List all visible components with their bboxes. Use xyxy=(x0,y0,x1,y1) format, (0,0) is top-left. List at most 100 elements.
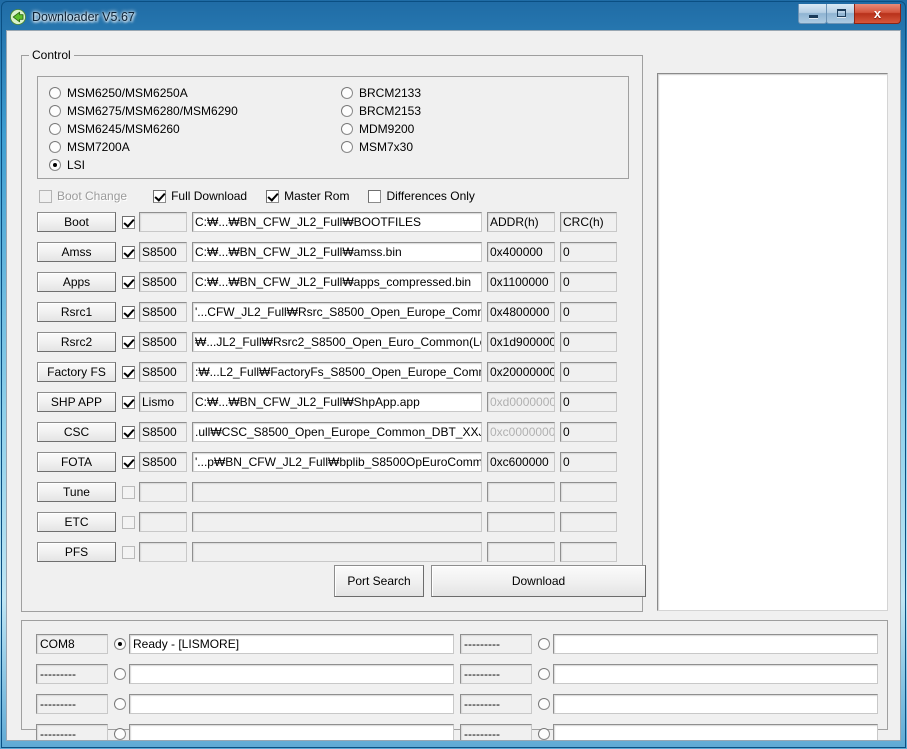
fota-browse-button[interactable]: FOTA xyxy=(37,452,116,472)
close-button[interactable]: x xyxy=(854,4,901,24)
rsrc2-enable-checkbox[interactable] xyxy=(122,335,135,349)
factory-fs-kind-field[interactable]: S8500 xyxy=(139,362,187,382)
csc-crc-field[interactable]: 0 xyxy=(560,422,617,442)
port-search-button[interactable]: Port Search xyxy=(334,565,424,597)
fota-path-field[interactable]: '...p₩BN_CFW_JL2_Full₩bplib_S8500OpEuroC… xyxy=(192,452,482,472)
port-select-radio[interactable] xyxy=(538,728,550,740)
radio-brcm2133[interactable]: BRCM2133 xyxy=(341,85,421,101)
tune-kind-field[interactable] xyxy=(139,482,187,502)
port-name-field[interactable]: --------- xyxy=(460,634,532,654)
apps-addr-field[interactable]: 0x1100000 xyxy=(487,272,555,292)
port-select-radio[interactable] xyxy=(114,698,126,710)
tune-enable-checkbox[interactable] xyxy=(122,485,135,499)
radio-msm6275[interactable]: MSM6275/MSM6280/MSM6290 xyxy=(49,103,238,119)
tune-addr-field[interactable] xyxy=(487,482,555,502)
etc-path-field[interactable] xyxy=(192,512,482,532)
boot-kind-field[interactable] xyxy=(139,212,187,232)
port-name-field[interactable]: --------- xyxy=(460,724,532,740)
checkbox-differences-only[interactable]: Differences Only xyxy=(368,189,475,203)
apps-crc-field[interactable]: 0 xyxy=(560,272,617,292)
radio-msm7x30[interactable]: MSM7x30 xyxy=(341,139,413,155)
port-select-radio[interactable] xyxy=(538,698,550,710)
rsrc2-crc-field[interactable]: 0 xyxy=(560,332,617,352)
rsrc2-browse-button[interactable]: Rsrc2 xyxy=(37,332,116,352)
title-bar[interactable]: Downloader V5.67 x xyxy=(6,4,901,30)
port-name-field[interactable]: --------- xyxy=(460,664,532,684)
pfs-kind-field[interactable] xyxy=(139,542,187,562)
apps-enable-checkbox[interactable] xyxy=(122,275,135,289)
apps-path-field[interactable]: C:₩...₩BN_CFW_JL2_Full₩apps_compressed.b… xyxy=(192,272,482,292)
etc-kind-field[interactable] xyxy=(139,512,187,532)
pfs-crc-field[interactable] xyxy=(560,542,617,562)
etc-enable-checkbox[interactable] xyxy=(122,515,135,529)
amss-browse-button[interactable]: Amss xyxy=(37,242,116,262)
radio-brcm2153[interactable]: BRCM2153 xyxy=(341,103,421,119)
checkbox-full-download[interactable]: Full Download xyxy=(153,189,247,203)
rsrc2-addr-field[interactable]: 0x1d900000 xyxy=(487,332,555,352)
rsrc1-crc-field[interactable]: 0 xyxy=(560,302,617,322)
tune-path-field[interactable] xyxy=(192,482,482,502)
pfs-enable-checkbox[interactable] xyxy=(122,545,135,559)
pfs-browse-button[interactable]: PFS xyxy=(37,542,116,562)
rsrc2-kind-field[interactable]: S8500 xyxy=(139,332,187,352)
log-output-panel[interactable] xyxy=(657,73,888,611)
radio-msm6250[interactable]: MSM6250/MSM6250A xyxy=(49,85,188,101)
rsrc2-path-field[interactable]: ₩...JL2_Full₩Rsrc2_S8500_Open_Euro_Commo… xyxy=(192,332,482,352)
boot-path-field[interactable]: C:₩...₩BN_CFW_JL2_Full₩BOOTFILES xyxy=(192,212,482,232)
etc-browse-button[interactable]: ETC xyxy=(37,512,116,532)
port-name-field[interactable]: COM8 xyxy=(36,634,108,654)
port-name-field[interactable]: --------- xyxy=(460,694,532,714)
fota-kind-field[interactable]: S8500 xyxy=(139,452,187,472)
amss-path-field[interactable]: C:₩...₩BN_CFW_JL2_Full₩amss.bin xyxy=(192,242,482,262)
port-select-radio-selected[interactable] xyxy=(114,638,126,650)
port-select-radio[interactable] xyxy=(114,728,126,740)
factory-fs-crc-field[interactable]: 0 xyxy=(560,362,617,382)
shp-app-browse-button[interactable]: SHP APP xyxy=(37,392,116,412)
port-select-radio[interactable] xyxy=(114,668,126,680)
pfs-addr-field[interactable] xyxy=(487,542,555,562)
fota-addr-field[interactable]: 0xc600000 xyxy=(487,452,555,472)
etc-crc-field[interactable] xyxy=(560,512,617,532)
csc-path-field[interactable]: .ull₩CSC_S8500_Open_Europe_Common_DBT_XX… xyxy=(192,422,482,442)
amss-kind-field[interactable]: S8500 xyxy=(139,242,187,262)
shp-app-kind-field[interactable]: Lismo xyxy=(139,392,187,412)
amss-crc-field[interactable]: 0 xyxy=(560,242,617,262)
radio-msm6245[interactable]: MSM6245/MSM6260 xyxy=(49,121,180,137)
tune-browse-button[interactable]: Tune xyxy=(37,482,116,502)
fota-enable-checkbox[interactable] xyxy=(122,455,135,469)
rsrc1-enable-checkbox[interactable] xyxy=(122,305,135,319)
rsrc1-path-field[interactable]: '...CFW_JL2_Full₩Rsrc_S8500_Open_Europe_… xyxy=(192,302,482,322)
port-name-field[interactable]: --------- xyxy=(36,694,108,714)
port-select-radio[interactable] xyxy=(538,668,550,680)
port-select-radio[interactable] xyxy=(538,638,550,650)
radio-mdm9200[interactable]: MDM9200 xyxy=(341,121,414,137)
checkbox-boot-change[interactable]: Boot Change xyxy=(39,189,127,203)
factory-fs-path-field[interactable]: :₩...L2_Full₩FactoryFs_S8500_Open_Europe… xyxy=(192,362,482,382)
port-name-field[interactable]: --------- xyxy=(36,724,108,740)
csc-browse-button[interactable]: CSC xyxy=(37,422,116,442)
apps-kind-field[interactable]: S8500 xyxy=(139,272,187,292)
factory-fs-addr-field[interactable]: 0x20000000 xyxy=(487,362,555,382)
port-name-field[interactable]: --------- xyxy=(36,664,108,684)
rsrc1-addr-field[interactable]: 0x4800000 xyxy=(487,302,555,322)
rsrc1-browse-button[interactable]: Rsrc1 xyxy=(37,302,116,322)
radio-msm7200a[interactable]: MSM7200A xyxy=(49,139,130,155)
minimize-button[interactable] xyxy=(798,4,827,24)
tune-crc-field[interactable] xyxy=(560,482,617,502)
factory-fs-browse-button[interactable]: Factory FS xyxy=(37,362,116,382)
apps-browse-button[interactable]: Apps xyxy=(37,272,116,292)
checkbox-master-rom[interactable]: Master Rom xyxy=(266,189,349,203)
factory-fs-enable-checkbox[interactable] xyxy=(122,365,135,379)
shp-app-path-field[interactable]: C:₩...₩BN_CFW_JL2_Full₩ShpApp.app xyxy=(192,392,482,412)
shp-app-enable-checkbox[interactable] xyxy=(122,395,135,409)
amss-enable-checkbox[interactable] xyxy=(122,245,135,259)
amss-addr-field[interactable]: 0x400000 xyxy=(487,242,555,262)
boot-browse-button[interactable]: Boot xyxy=(37,212,116,232)
etc-addr-field[interactable] xyxy=(487,512,555,532)
fota-crc-field[interactable]: 0 xyxy=(560,452,617,472)
pfs-path-field[interactable] xyxy=(192,542,482,562)
download-button[interactable]: Download xyxy=(431,565,646,597)
shp-app-crc-field[interactable]: 0 xyxy=(560,392,617,412)
csc-enable-checkbox[interactable] xyxy=(122,425,135,439)
rsrc1-kind-field[interactable]: S8500 xyxy=(139,302,187,322)
